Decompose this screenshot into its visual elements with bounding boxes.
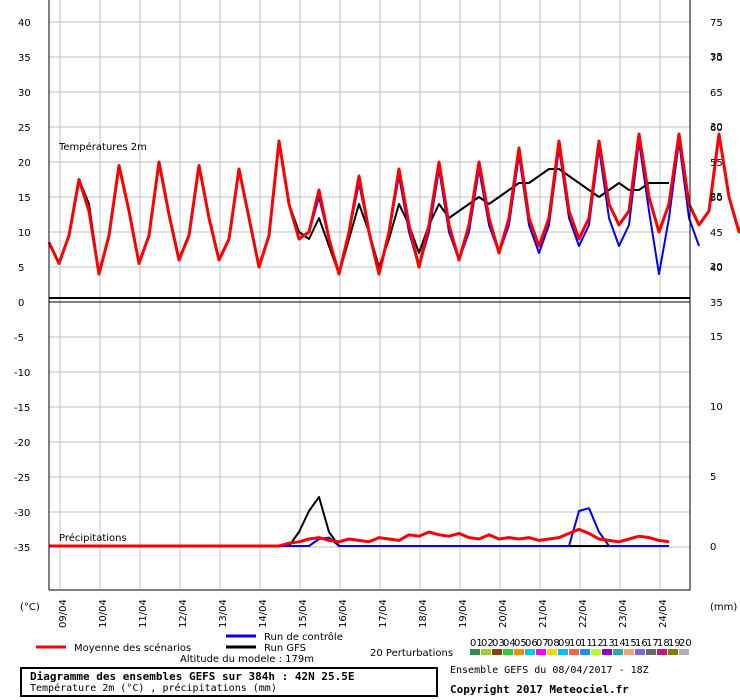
legend-perturbation-number: 20 (679, 638, 692, 649)
legend-perturbation-swatch (580, 649, 590, 655)
x-tick-label: 21/04 (538, 599, 549, 628)
x-tick-label: 23/04 (618, 599, 629, 628)
y-right-tick-label: 45 (710, 228, 723, 239)
legend-perturbation-swatch (679, 649, 689, 655)
y-right-tick-label: 75 (710, 18, 723, 29)
x-tick-label: 10/04 (98, 599, 109, 628)
footer-subtitle: Température 2m (°C) , précipitations (mm… (30, 683, 277, 694)
y-right-tick-label: 25 (710, 192, 723, 203)
legend-perturbation-swatch (525, 649, 535, 655)
y-left-tick-label: -25 (14, 473, 30, 484)
x-tick-label: 16/04 (338, 599, 349, 628)
y-right-tick-label: 0 (710, 542, 716, 553)
footer-copyright: Copyright 2017 Meteociel.fr (450, 683, 629, 696)
y-right-tick-label: 35 (710, 52, 723, 63)
legend-perturbation-swatch (635, 649, 645, 655)
plot-background (49, 0, 690, 590)
y-right-tick-label: 30 (710, 122, 723, 133)
x-tick-label: 19/04 (458, 599, 469, 628)
y-left-tick-label: -35 (14, 543, 30, 554)
y-left-tick-label: -10 (14, 368, 30, 379)
gefs-ensemble-chart: 09/04 10/04 11/04 12/04 13/04 14/04 15/04 16/04… (14, 0, 740, 659)
legend-perturbation-swatch (613, 649, 623, 655)
x-tick-label: 24/04 (658, 599, 669, 628)
legend-perturbation-swatch (547, 649, 557, 655)
footer-run-info: Ensemble GEFS du 08/04/2017 - 18Z (450, 665, 649, 676)
legend-perturbation-swatch (492, 649, 502, 655)
footer-title: Diagramme des ensembles GEFS sur 384h : … (30, 670, 355, 683)
y-left-tick-label: -30 (14, 508, 30, 519)
x-tick-label: 13/04 (218, 599, 229, 628)
legend-perturbation-swatch (657, 649, 667, 655)
precip-panel-title: Précipitations (59, 532, 127, 544)
legend-gfs-label: Run GFS (264, 643, 306, 654)
temperature-panel-title: Températures 2m (58, 141, 147, 153)
legend-perturbation-swatch (481, 649, 491, 655)
y-right-tick-label: 35 (710, 298, 723, 309)
y-right-tick-label: 5 (710, 472, 716, 483)
legend-perturbation-swatch (558, 649, 568, 655)
y-left-tick-label: -20 (14, 438, 30, 449)
x-tick-label: 22/04 (578, 599, 589, 628)
y-right-tick-label: 65 (710, 88, 723, 99)
y-left-tick-label: -5 (14, 333, 24, 344)
legend-perturbation-swatch (646, 649, 656, 655)
y-left-tick-label: -15 (14, 403, 30, 414)
x-tick-label: 15/04 (298, 599, 309, 628)
y-left-tick-label: 35 (18, 53, 31, 64)
footer-box: Diagramme des ensembles GEFS sur 384h : … (20, 667, 438, 697)
altitude-label: Altitude du modele : 179m (180, 654, 314, 665)
y-right-tick-label: 55 (710, 158, 723, 169)
x-tick-label: 09/04 (58, 599, 69, 628)
chart-grid (49, 0, 690, 590)
unit-right-label: (mm) (710, 602, 737, 613)
y-left-tick-label: 25 (18, 123, 31, 134)
legend-perturbation-swatch (503, 649, 513, 655)
y-left-tick-label: 30 (18, 88, 31, 99)
x-tick-label: 12/04 (178, 599, 189, 628)
legend-perturbation-swatch (536, 649, 546, 655)
x-tick-label: 20/04 (498, 599, 509, 628)
y-left-tick-label: 15 (18, 193, 31, 204)
x-tick-label: 11/04 (138, 599, 149, 628)
unit-left-label: (°C) (20, 602, 40, 613)
x-tick-label: 14/04 (258, 599, 269, 628)
legend-mean-label: Moyenne des scénarios (74, 642, 191, 654)
legend-perturbation-swatch (591, 649, 601, 655)
legend-perturbation-swatch (602, 649, 612, 655)
legend-perturbations-label: 20 Perturbations (370, 648, 453, 659)
legend: Moyenne des scénarios Run de contrôleRun … (36, 631, 692, 659)
legend-perturbation-swatch (514, 649, 524, 655)
legend-control-label: Run de contrôle (264, 631, 343, 643)
legend-perturbation-swatch (624, 649, 634, 655)
y-left-tick-label: 20 (18, 158, 31, 169)
y-left-tick-label: 0 (18, 298, 24, 309)
legend-perturbation-swatch (569, 649, 579, 655)
y-right-tick-label: 10 (710, 402, 723, 413)
y-right-tick-label: 15 (710, 332, 723, 343)
x-tick-label: 18/04 (418, 599, 429, 628)
legend-perturbation-swatch (668, 649, 678, 655)
y-left-tick-label: 5 (18, 263, 24, 274)
legend-perturbation-swatch (470, 649, 480, 655)
x-tick-label: 17/04 (378, 599, 389, 628)
y-right-tick-label: 20 (710, 262, 723, 273)
y-left-tick-label: 40 (18, 18, 31, 29)
y-left-tick-label: 10 (18, 228, 31, 239)
